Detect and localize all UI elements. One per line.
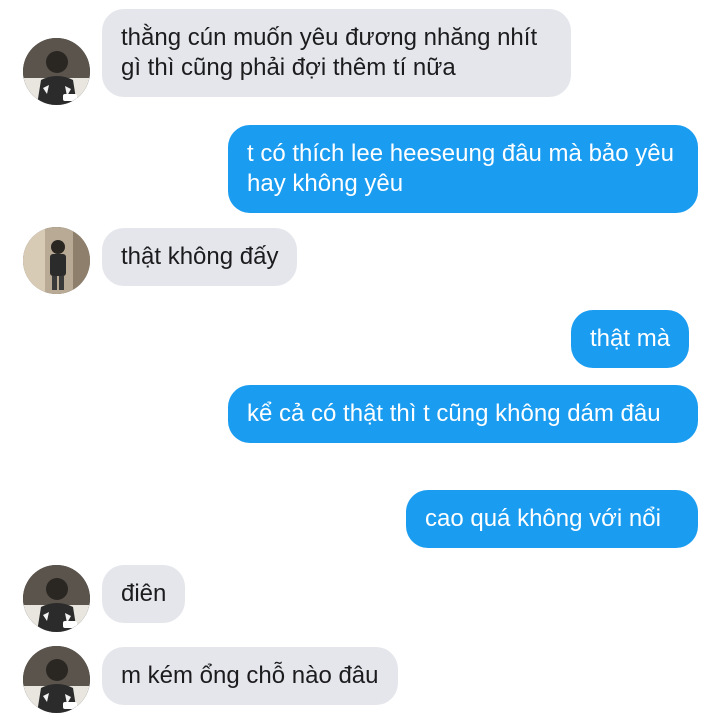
chat-thread: thằng cún muốn yêu đương nhăng nhít gì t… bbox=[0, 0, 719, 721]
avatar-photo-icon bbox=[23, 646, 90, 713]
incoming-message[interactable]: thật không đấy bbox=[102, 228, 298, 286]
contact-avatar-icon[interactable] bbox=[23, 646, 90, 713]
outgoing-message[interactable]: t có thích lee heeseung đâu mà bảo yêu h… bbox=[228, 125, 698, 213]
incoming-message[interactable]: m kém ổng chỗ nào đâu bbox=[102, 647, 398, 705]
outgoing-message[interactable]: thật mà bbox=[571, 310, 690, 368]
outgoing-message[interactable]: kể cả có thật thì t cũng không dám đâu bbox=[228, 385, 698, 443]
avatar-photo-icon bbox=[23, 227, 90, 294]
avatar-photo-icon bbox=[23, 38, 90, 105]
contact-avatar-icon[interactable] bbox=[23, 565, 90, 632]
contact-avatar-icon[interactable] bbox=[23, 227, 90, 294]
contact-avatar-icon[interactable] bbox=[23, 38, 90, 105]
incoming-message[interactable]: thằng cún muốn yêu đương nhăng nhít gì t… bbox=[102, 9, 571, 97]
incoming-message[interactable]: điên bbox=[102, 565, 186, 623]
avatar-photo-icon bbox=[23, 565, 90, 632]
outgoing-message[interactable]: cao quá không với nổi bbox=[406, 490, 698, 548]
